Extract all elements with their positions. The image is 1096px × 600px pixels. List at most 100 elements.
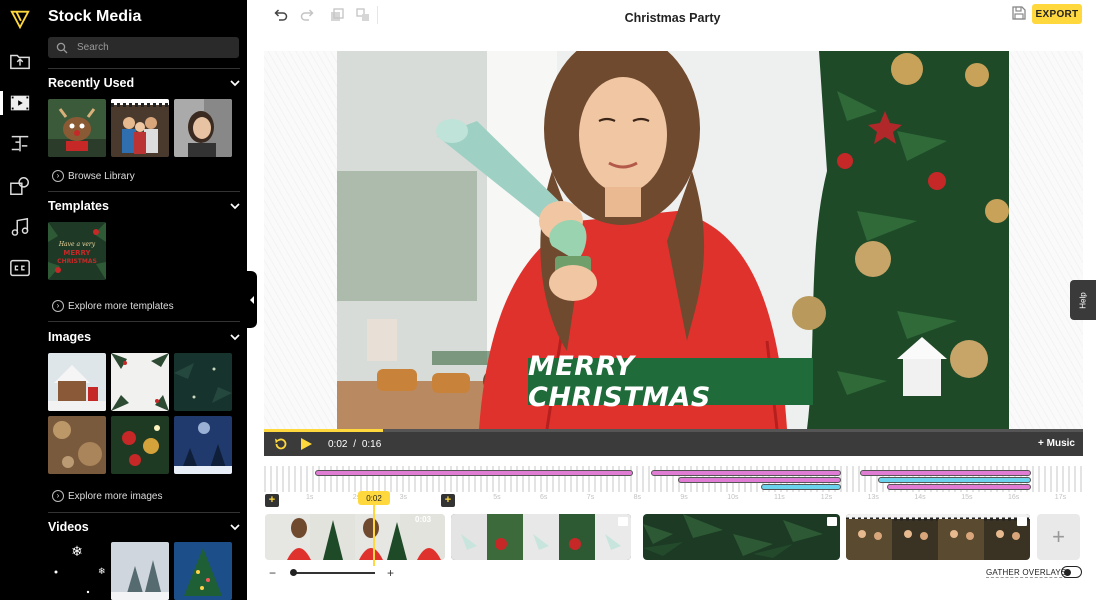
overlay-track-bar[interactable]: [651, 470, 841, 476]
tool-rail: [0, 0, 40, 600]
chevron-down-icon: [230, 80, 240, 87]
recent-thumb-reindeer[interactable]: [48, 99, 106, 157]
overlay-track-bar[interactable]: [878, 477, 1031, 483]
search-input[interactable]: [77, 42, 237, 53]
gather-overlays-label: GATHER OVERLAYS: [986, 568, 1067, 578]
replay-icon[interactable]: [273, 436, 289, 452]
section-recently-used[interactable]: Recently Used: [48, 73, 240, 93]
timeline-tick-label: 6s: [540, 494, 548, 501]
chevron-down-icon: [230, 334, 240, 341]
playhead[interactable]: [373, 505, 375, 566]
help-label: Help: [1078, 291, 1088, 309]
template-line-1: Have a very: [58, 241, 96, 248]
image-thumb-cabin[interactable]: [48, 353, 106, 411]
add-music-button[interactable]: + Music: [1038, 438, 1075, 449]
image-badge-icon: [827, 517, 837, 526]
upload-icon[interactable]: [8, 49, 32, 73]
image-thumb-snow-night[interactable]: [174, 416, 232, 474]
chevron-down-icon: [230, 524, 240, 531]
timeline-tick-label: 7s: [586, 494, 595, 501]
overlay-track-bar[interactable]: [887, 484, 1031, 490]
text-icon[interactable]: [8, 132, 32, 156]
explore-templates-link[interactable]: › Explore more templates: [52, 300, 174, 312]
browse-library-link[interactable]: › Browse Library: [52, 170, 135, 182]
recent-thumb-party[interactable]: [111, 99, 169, 157]
overlay-track-bar[interactable]: [860, 470, 1031, 476]
image-thumb-frame[interactable]: [111, 353, 169, 411]
timeline-tick-label: 11s: [774, 494, 785, 501]
overlay-track-bar[interactable]: [761, 484, 841, 490]
chevron-down-icon: [230, 203, 240, 210]
export-button[interactable]: EXPORT: [1032, 4, 1082, 24]
add-clip-button[interactable]: +: [1037, 514, 1080, 560]
divider: [48, 68, 240, 69]
image-thumb-ornaments[interactable]: [111, 416, 169, 474]
image-thumb-dark-tree[interactable]: [174, 353, 232, 411]
stock-media-icon[interactable]: [0, 91, 32, 115]
panel-title: Stock Media: [48, 8, 142, 25]
timeline-clip[interactable]: [846, 514, 1030, 560]
timeline-tick-label: 13s: [867, 494, 879, 501]
timeline-tick-label: 10s: [727, 494, 739, 501]
gather-overlays-toggle[interactable]: [1061, 566, 1082, 578]
chevron-left-icon: [250, 295, 254, 304]
image-thumb-bokeh[interactable]: [48, 416, 106, 474]
shapes-icon[interactable]: [8, 174, 32, 198]
explore-images-link[interactable]: › Explore more images: [52, 490, 162, 502]
svg-text:❄: ❄: [98, 566, 106, 576]
timeline-clip[interactable]: [451, 514, 631, 560]
captions-icon[interactable]: [8, 256, 32, 280]
svg-text:❄: ❄: [71, 543, 83, 559]
playhead-time-label[interactable]: 0:02: [358, 491, 390, 505]
zoom-out-button[interactable]: −: [269, 566, 276, 580]
save-icon[interactable]: [1011, 5, 1027, 21]
section-label: Images: [48, 330, 92, 344]
template-thumb[interactable]: Have a very MERRY CHRISTMAS: [48, 222, 106, 280]
stock-media-panel: Stock Media Recently Used › Browse Libra…: [40, 0, 247, 600]
zoom-slider-handle[interactable]: [290, 569, 297, 576]
editor-app: Stock Media Recently Used › Browse Libra…: [0, 0, 1096, 600]
add-overlay-button[interactable]: +: [441, 494, 455, 507]
caption-text-overlay[interactable]: MERRY CHRISTMAS: [528, 351, 813, 413]
timeline-clip[interactable]: [643, 514, 840, 560]
divider: [48, 321, 240, 322]
section-images[interactable]: Images: [48, 327, 240, 347]
timeline-tick-label: 3s: [399, 494, 407, 501]
arrow-right-icon: ›: [52, 490, 64, 502]
clip-duration: 0:03: [415, 515, 432, 524]
zoom-in-button[interactable]: +: [387, 566, 394, 580]
link-label: Browse Library: [68, 170, 135, 182]
music-icon[interactable]: [8, 215, 32, 239]
search-box[interactable]: [48, 37, 239, 58]
logo-icon[interactable]: [8, 7, 32, 31]
collapse-panel-button[interactable]: [247, 271, 257, 328]
timeline-tick-label: 8s: [633, 494, 641, 501]
recent-thumb-woman[interactable]: [174, 99, 232, 157]
video-thumb-snowy-trees[interactable]: [111, 542, 169, 600]
video-thumb-snowflakes[interactable]: ❄ ❄: [48, 542, 106, 600]
total-time: 0:16: [361, 439, 382, 450]
help-button[interactable]: Help: [1070, 280, 1096, 320]
video-thumb-lit-tree[interactable]: [174, 542, 232, 600]
timeline-tick-label: 5s: [493, 494, 501, 501]
time-readout: 0:02 / 0:16: [328, 439, 381, 450]
link-label: Explore more templates: [68, 300, 174, 312]
section-templates[interactable]: Templates: [48, 196, 240, 216]
timeline-tick-label: 16s: [1008, 494, 1020, 501]
template-line-3: CHRISTMAS: [57, 258, 97, 265]
zoom-slider[interactable]: [293, 572, 375, 574]
section-videos[interactable]: Videos: [48, 517, 240, 537]
search-icon: [56, 42, 68, 53]
add-overlay-button[interactable]: +: [265, 494, 279, 507]
toggle-knob: [1064, 568, 1071, 576]
timeline-tick-label: 17s: [1054, 494, 1067, 501]
project-title[interactable]: Christmas Party: [247, 11, 1096, 25]
template-line-2: MERRY: [63, 249, 91, 257]
overlay-track-bar[interactable]: [678, 477, 841, 483]
timeline-tick-label: 12s: [820, 494, 833, 501]
overlay-track-bar[interactable]: [315, 470, 633, 476]
play-icon[interactable]: [298, 436, 314, 452]
timeline-tick-label: 9s: [680, 494, 688, 501]
section-label: Recently Used: [48, 76, 135, 90]
link-label: Explore more images: [68, 490, 163, 502]
